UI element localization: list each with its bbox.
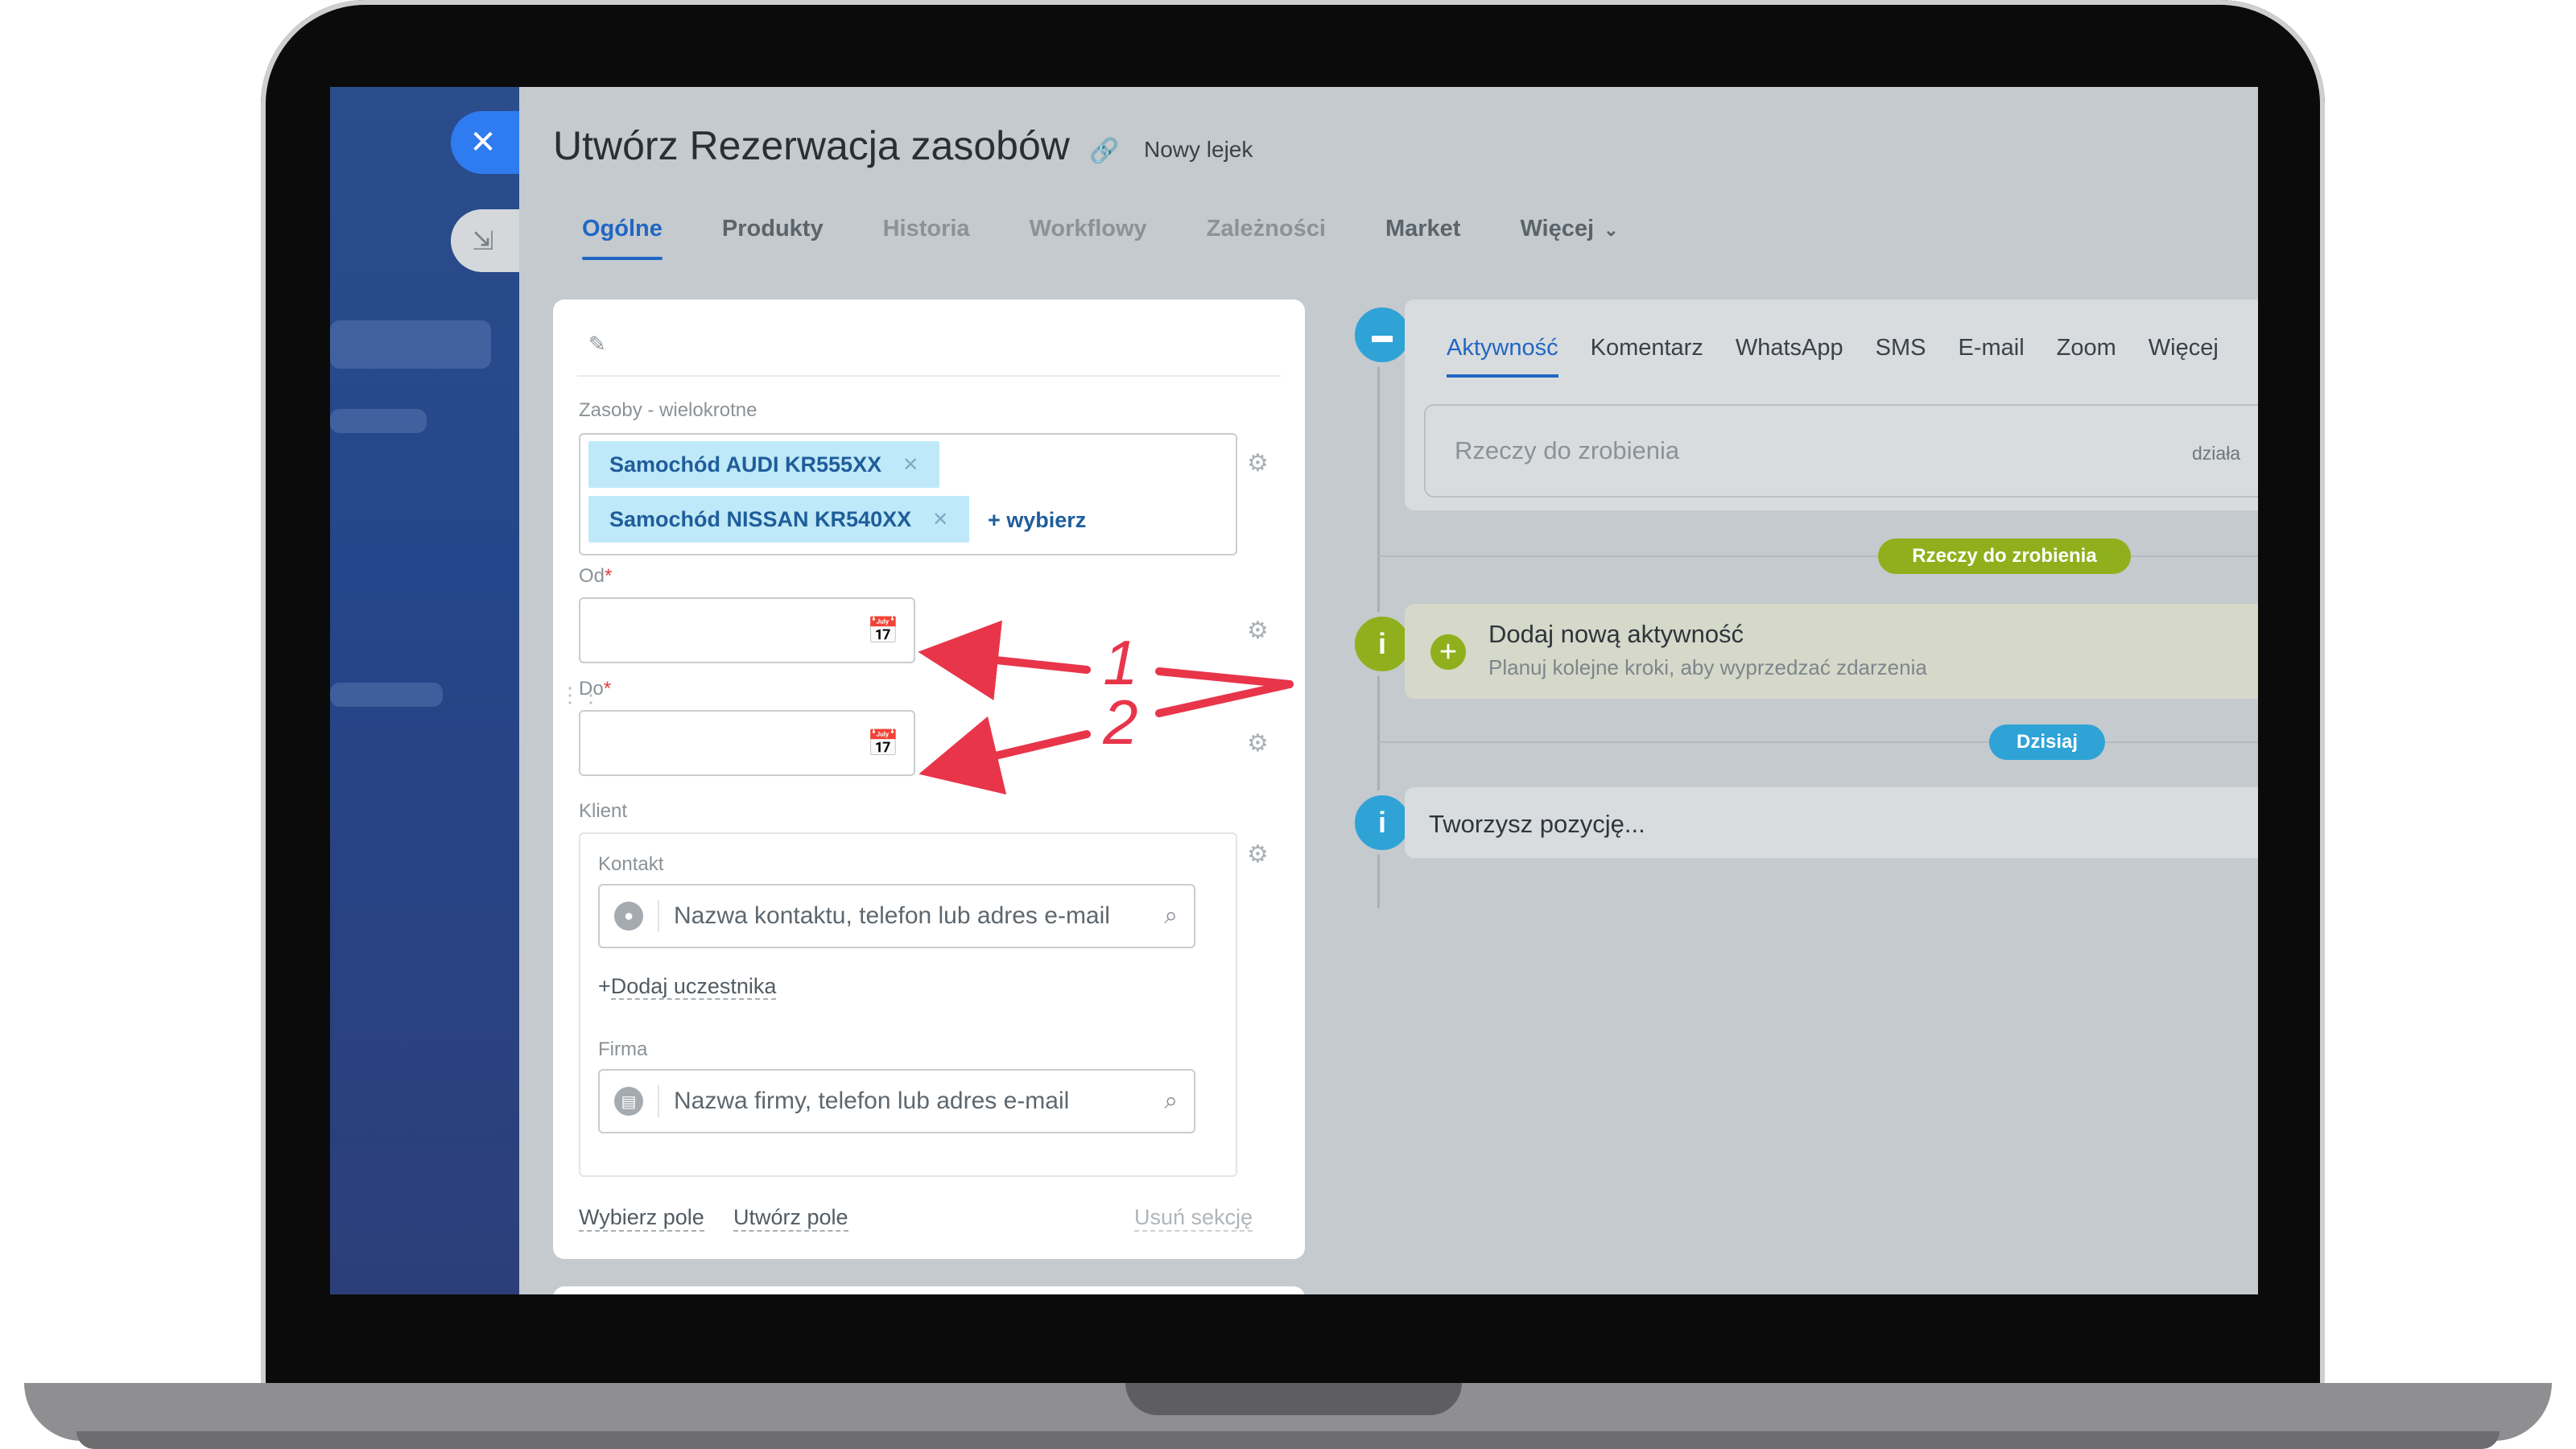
from-label: Od*: [579, 565, 612, 588]
todo-pill: Rzeczy do zrobienia: [1878, 539, 2131, 574]
tab-whatsapp[interactable]: WhatsApp: [1736, 335, 1843, 361]
todo-right-text: działa: [2192, 443, 2241, 464]
from-label-text: Od: [579, 565, 605, 587]
add-resource-link[interactable]: + wybierz: [988, 508, 1086, 533]
tab-dependencies[interactable]: Zależności: [1207, 216, 1326, 242]
client-section: Kontakt ● Nazwa kontaktu, telefon lub ad…: [579, 832, 1237, 1177]
tab-workflows[interactable]: Workflowy: [1030, 216, 1147, 242]
blurred-item: [330, 409, 427, 433]
tab-market[interactable]: Market: [1385, 216, 1461, 242]
today-pill: Dzisiaj: [1989, 724, 2105, 760]
tab-products[interactable]: Produkty: [722, 216, 824, 242]
tab-zoom[interactable]: Zoom: [2057, 335, 2116, 361]
laptop-notch: [1125, 1383, 1462, 1415]
resource-chip: Samochód NISSAN KR540XX ✕: [588, 496, 970, 543]
chip-label: Samochód AUDI KR555XX: [609, 452, 882, 477]
search-icon[interactable]: ⌕: [1164, 1088, 1178, 1115]
screen: ✕ ⇲ Utwórz Rezerwacja zasobów 🔗 Nowy lej…: [330, 87, 2258, 1294]
search-icon[interactable]: ⌕: [1164, 902, 1178, 930]
delete-section-link[interactable]: Usuń sekcję: [1134, 1205, 1253, 1232]
calendar-icon[interactable]: 📅: [867, 615, 899, 646]
add-activity-subtitle: Planuj kolejne kroki, aby wyprzedzać zda…: [1488, 655, 1927, 679]
slider-panel: Utwórz Rezerwacja zasobów 🔗 Nowy lejek O…: [519, 87, 2258, 1294]
add-activity-card[interactable]: + Dodaj nową aktywność Planuj kolejne kr…: [1405, 604, 2258, 699]
funnel-label[interactable]: Nowy lejek: [1144, 137, 1253, 163]
close-icon: ✕: [469, 125, 497, 160]
client-label: Klient: [579, 800, 628, 822]
tab-sms[interactable]: SMS: [1876, 335, 1926, 361]
laptop-base-bottom: [76, 1431, 2500, 1449]
separator: [658, 900, 659, 932]
gear-icon[interactable]: ⚙: [1247, 617, 1269, 645]
to-date-input[interactable]: 📅: [579, 710, 915, 776]
resource-chip: Samochód AUDI KR555XX ✕: [588, 441, 940, 488]
activity-tabs: Aktywność Komentarz WhatsApp SMS E-mail …: [1447, 335, 2251, 378]
company-icon: ▤: [614, 1087, 643, 1116]
tab-activity[interactable]: Aktywność: [1447, 335, 1558, 378]
chip-label: Samochód NISSAN KR540XX: [609, 506, 912, 531]
resources-field[interactable]: Samochód AUDI KR555XX ✕ Samochód NISSAN K…: [579, 433, 1237, 555]
link-icon[interactable]: 🔗: [1089, 137, 1119, 165]
todo-placeholder: Rzeczy do zrobienia: [1455, 436, 1680, 464]
creating-text: Tworzysz pozycję...: [1429, 810, 1645, 838]
company-label: Firma: [598, 1038, 648, 1060]
add-activity-title: Dodaj nową aktywność: [1488, 620, 1744, 648]
plus-icon: +: [1430, 634, 1466, 670]
chevron-down-icon: ⌄: [1604, 220, 1619, 240]
minimize-icon: ⇲: [472, 226, 494, 255]
create-field-link[interactable]: Utwórz pole: [733, 1205, 848, 1232]
plus-icon: +: [598, 974, 611, 998]
gear-icon[interactable]: ⚙: [1247, 449, 1269, 477]
contact-label: Kontakt: [598, 853, 664, 875]
next-card: [553, 1286, 1305, 1294]
creating-item: Tworzysz pozycję...: [1405, 787, 2258, 858]
required-mark: *: [603, 678, 612, 700]
to-label: Do*: [579, 678, 611, 700]
remove-icon[interactable]: ✕: [902, 453, 919, 477]
tab-bar: Ogólne Produkty Historia Workflowy Zależ…: [582, 216, 1678, 260]
gear-icon[interactable]: ⚙: [1247, 729, 1269, 758]
tab-history[interactable]: Historia: [883, 216, 970, 242]
blurred-item: [330, 683, 443, 707]
resources-label: Zasoby - wielokrotne: [579, 399, 758, 421]
tab-activity-more[interactable]: Więcej: [2149, 335, 2219, 361]
select-field-link[interactable]: Wybierz pole: [579, 1205, 704, 1232]
tab-more-label: Więcej: [1520, 216, 1595, 242]
contact-search-input[interactable]: ● Nazwa kontaktu, telefon lub adres e-ma…: [598, 884, 1195, 948]
tab-more[interactable]: Więcej ⌄: [1520, 216, 1618, 242]
activity-editor: Aktywność Komentarz WhatsApp SMS E-mail …: [1405, 299, 2258, 510]
divider: [1377, 741, 2258, 743]
gear-icon[interactable]: ⚙: [1247, 840, 1269, 869]
separator: [658, 1085, 659, 1117]
calendar-icon[interactable]: 📅: [867, 728, 899, 758]
company-search-input[interactable]: ▤ Nazwa firmy, telefon lub adres e-mail …: [598, 1069, 1195, 1133]
person-icon: ●: [614, 902, 643, 931]
pencil-icon[interactable]: ✎: [588, 332, 606, 357]
to-label-text: Do: [579, 678, 604, 700]
contact-placeholder: Nazwa kontaktu, telefon lub adres e-mail: [674, 902, 1110, 929]
todo-input[interactable]: Rzeczy do zrobienia działa: [1424, 404, 2258, 497]
page-title: Utwórz Rezerwacja zasobów: [553, 123, 1070, 168]
remove-icon[interactable]: ✕: [932, 508, 948, 531]
blurred-item: [330, 320, 491, 369]
divider: [577, 375, 1281, 377]
required-mark: *: [605, 565, 613, 587]
tab-general[interactable]: Ogólne: [582, 216, 663, 260]
tab-comment[interactable]: Komentarz: [1591, 335, 1703, 361]
form-card: ✎ Zasoby - wielokrotne Samochód AUDI KR5…: [553, 299, 1305, 1259]
add-participant-link[interactable]: Dodaj uczestnika: [610, 974, 777, 1000]
from-date-input[interactable]: 📅: [579, 597, 915, 663]
tab-email[interactable]: E-mail: [1958, 335, 2024, 361]
company-placeholder: Nazwa firmy, telefon lub adres e-mail: [674, 1088, 1070, 1114]
add-participant[interactable]: +Dodaj uczestnika: [598, 974, 777, 1000]
